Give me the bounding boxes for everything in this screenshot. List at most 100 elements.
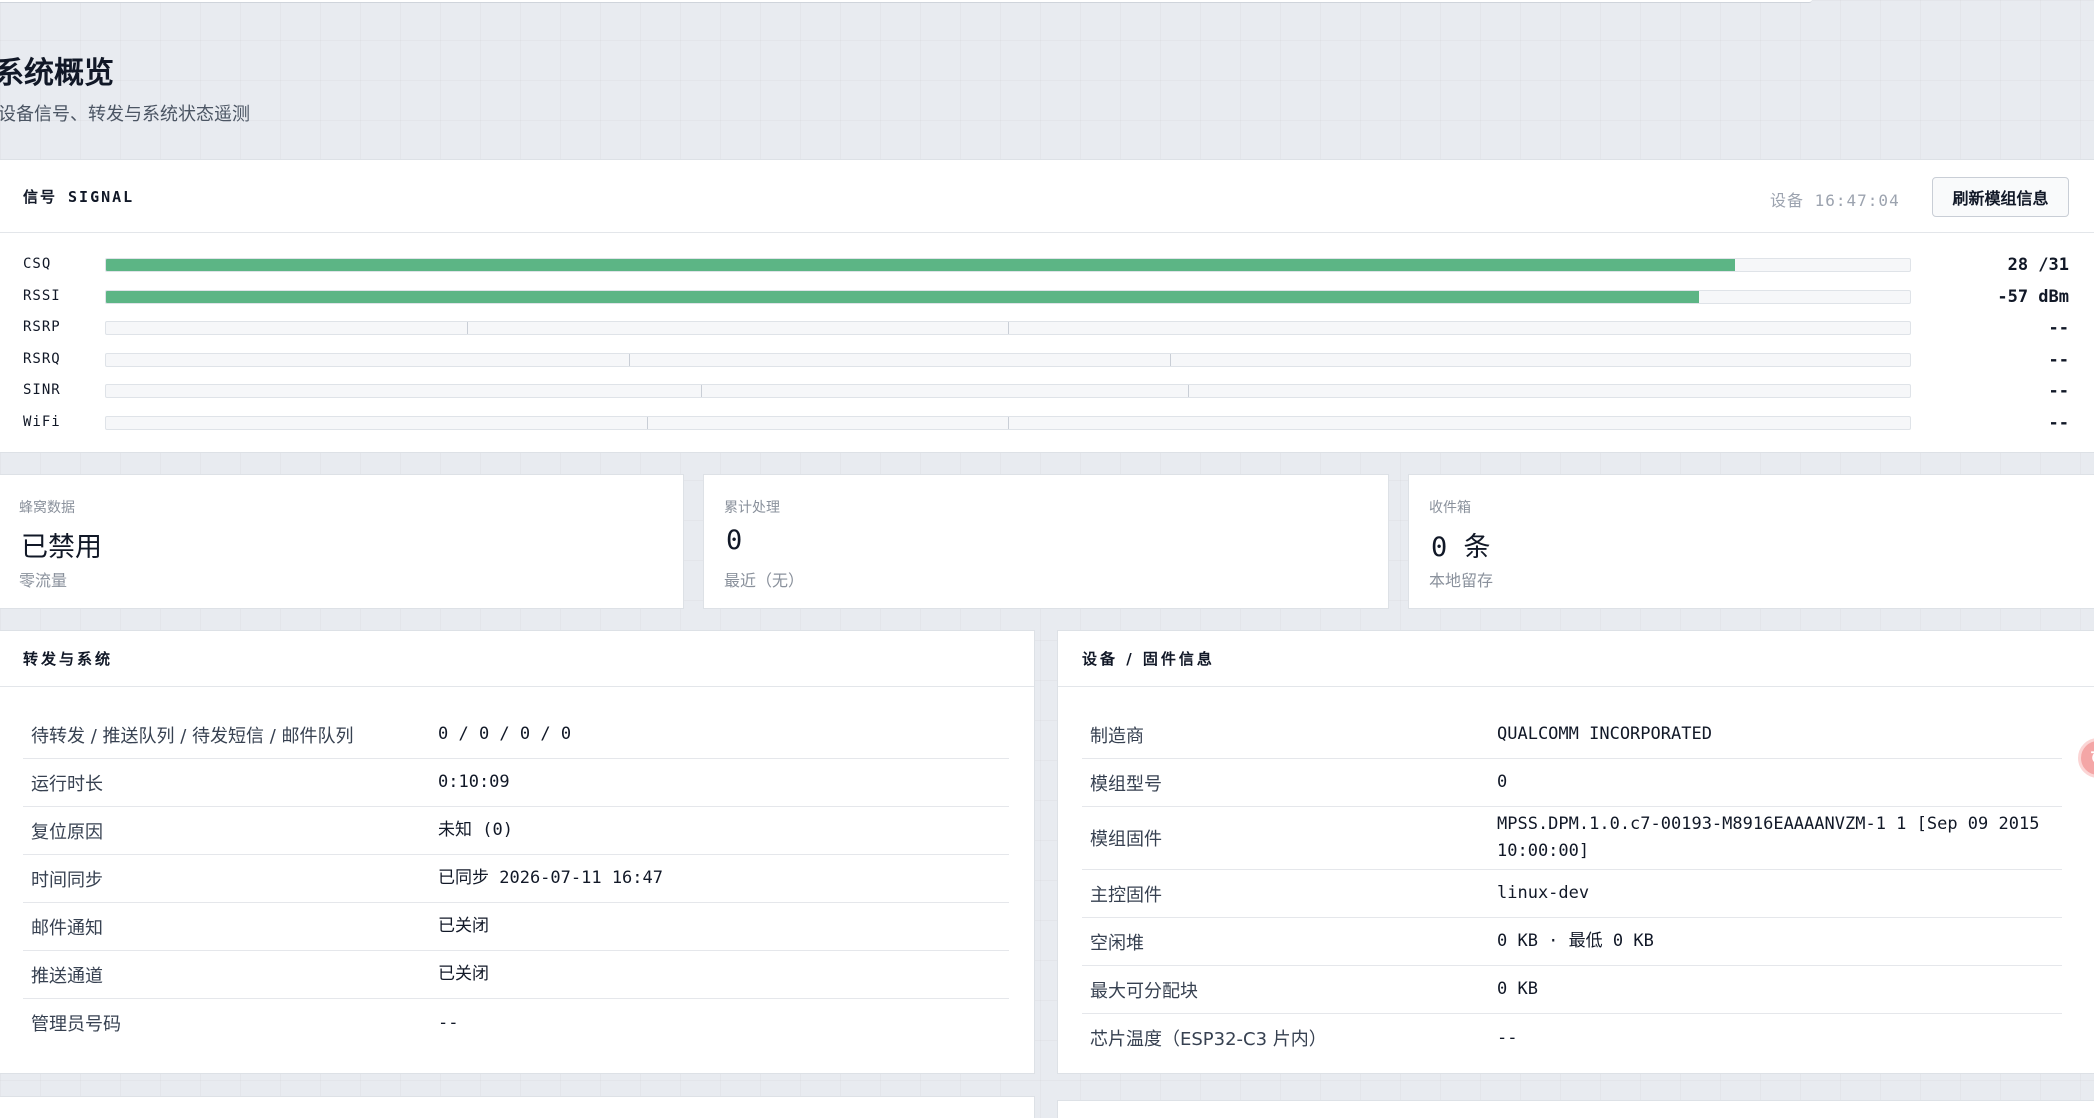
device-time: 设备 16:47:04 bbox=[1770, 191, 1900, 210]
signal-label: RSSI bbox=[23, 288, 61, 304]
row-key: 时间同步 bbox=[31, 869, 103, 891]
signal-bar-track bbox=[105, 416, 1911, 430]
signal-bar-track bbox=[105, 353, 1911, 367]
stat-sub: 零流量 bbox=[19, 571, 68, 590]
table-row: 主控固件 linux-dev bbox=[1082, 870, 2062, 918]
stat-label: 蜂窝数据 bbox=[19, 500, 75, 516]
table-row: 推送通道 已关闭 bbox=[23, 951, 1009, 999]
table-row: 时间同步 已同步 2026-07-11 16:47 bbox=[23, 855, 1009, 903]
stat-label: 收件箱 bbox=[1429, 500, 1471, 516]
row-value: 0 KB bbox=[1497, 979, 1538, 999]
stat-card-inbox: 收件箱 0 条 本地留存 bbox=[1408, 474, 2094, 609]
row-key: 待转发 / 推送队列 / 待发短信 / 邮件队列 bbox=[31, 725, 354, 747]
row-key: 芯片温度（ESP32-C3 片内） bbox=[1090, 1029, 1327, 1050]
signal-label: SINR bbox=[23, 382, 61, 398]
top-search-bar[interactable] bbox=[0, 0, 1812, 3]
signal-value: -- bbox=[2048, 413, 2069, 433]
table-row: 制造商 QUALCOMM INCORPORATED bbox=[1082, 711, 2062, 759]
signal-value: -- bbox=[2048, 381, 2069, 401]
forwarding-panel-title: 转发与系统 bbox=[23, 650, 114, 668]
row-key: 管理员号码 bbox=[31, 1014, 121, 1035]
table-row: 最大可分配块 0 KB bbox=[1082, 966, 2062, 1014]
signal-label: CSQ bbox=[23, 256, 52, 272]
table-row: 邮件通知 已关闭 bbox=[23, 903, 1009, 951]
signal-bar-track bbox=[105, 290, 1911, 304]
table-row: 待转发 / 推送队列 / 待发短信 / 邮件队列 0 / 0 / 0 / 0 bbox=[23, 711, 1009, 759]
signal-label: RSRP bbox=[23, 319, 61, 335]
page-title: 系统概览 bbox=[0, 56, 114, 91]
signal-row-rsrq: RSRQ -- bbox=[0, 347, 2094, 371]
device-panel-header: 设备 / 固件信息 bbox=[1058, 631, 2094, 687]
signal-value: -57 dBm bbox=[1997, 287, 2069, 307]
stat-sub: 最近（无） bbox=[724, 571, 805, 590]
signal-row-csq: CSQ 28 /31 bbox=[0, 252, 2094, 276]
row-value: QUALCOMM INCORPORATED bbox=[1497, 724, 1712, 744]
device-panel-title: 设备 / 固件信息 bbox=[1082, 650, 1215, 668]
stat-card-processed: 累计处理 0 最近（无） bbox=[703, 474, 1389, 609]
row-key: 邮件通知 bbox=[31, 917, 103, 939]
signal-label: RSRQ bbox=[23, 351, 61, 367]
signal-threshold-tick bbox=[647, 417, 649, 429]
signal-threshold-tick bbox=[1188, 385, 1190, 397]
forwarding-system-panel: 转发与系统 待转发 / 推送队列 / 待发短信 / 邮件队列 0 / 0 / 0 … bbox=[0, 630, 1035, 1074]
signal-row-rssi: RSSI -57 dBm bbox=[0, 284, 2094, 308]
row-value: 0:10:09 bbox=[438, 772, 510, 792]
stat-value: 0 条 bbox=[1431, 532, 1491, 563]
page-subtitle: 设备信号、转发与系统状态遥测 bbox=[0, 104, 250, 125]
bottom-panel-left bbox=[0, 1096, 1035, 1118]
row-value: -- bbox=[1497, 1027, 1518, 1048]
row-value: MPSS.DPM.1.0.c7-00193-M8916EAAAANVZM-1 1… bbox=[1497, 814, 2040, 861]
table-row: 芯片温度（ESP32-C3 片内） -- bbox=[1082, 1014, 2062, 1062]
signal-value: 28 /31 bbox=[2007, 255, 2069, 275]
signal-title: 信号 SIGNAL bbox=[23, 188, 135, 206]
row-value: linux-dev bbox=[1497, 883, 1590, 903]
signal-threshold-tick bbox=[1008, 322, 1009, 334]
stat-value: 0 bbox=[726, 525, 743, 556]
row-value: 0 bbox=[1497, 772, 1508, 792]
signal-bar-track bbox=[105, 384, 1911, 398]
forwarding-panel-header: 转发与系统 bbox=[0, 631, 1034, 687]
row-key: 复位原因 bbox=[31, 821, 103, 843]
signal-threshold-tick bbox=[701, 385, 703, 397]
row-value: -- bbox=[438, 1012, 459, 1033]
signal-bar-fill bbox=[106, 291, 1699, 303]
signal-row-rsrp: RSRP -- bbox=[0, 315, 2094, 339]
stat-sub: 本地留存 bbox=[1429, 571, 1494, 590]
row-key: 推送通道 bbox=[31, 965, 103, 987]
stat-value: 已禁用 bbox=[21, 532, 102, 563]
bottom-panel-right bbox=[1057, 1100, 2094, 1118]
signal-threshold-tick bbox=[466, 322, 468, 334]
forwarding-table: 待转发 / 推送队列 / 待发短信 / 邮件队列 0 / 0 / 0 / 0 运行时… bbox=[23, 711, 1009, 1047]
table-row: 模组型号 0 bbox=[1082, 759, 2062, 807]
table-row: 复位原因 未知 (0) bbox=[23, 807, 1009, 855]
signal-panel-header: 信号 SIGNAL 设备 16:47:04 刷新模组信息 bbox=[0, 160, 2094, 233]
row-value: 0 / 0 / 0 / 0 bbox=[438, 724, 572, 744]
row-key: 制造商 bbox=[1090, 725, 1144, 747]
device-firmware-panel: 设备 / 固件信息 制造商 QUALCOMM INCORPORATED 模组型号 0 模… bbox=[1057, 630, 2094, 1074]
signal-label: WiFi bbox=[23, 414, 61, 430]
signal-bar-fill bbox=[106, 259, 1735, 271]
signal-value: -- bbox=[2048, 350, 2069, 370]
table-row: 模组固件 MPSS.DPM.1.0.c7-00193-M8916EAAAANVZM… bbox=[1082, 807, 2062, 870]
stat-card-cellular: 蜂窝数据 已禁用 零流量 bbox=[0, 474, 684, 609]
row-value: 已关闭 bbox=[438, 964, 489, 984]
table-row: 空闲堆 0 KB · 最低 0 KB bbox=[1082, 918, 2062, 966]
signal-row-wifi: WiFi -- bbox=[0, 410, 2094, 434]
row-key: 运行时长 bbox=[31, 773, 103, 795]
signal-bar-track bbox=[105, 258, 1911, 272]
signal-threshold-tick bbox=[1008, 417, 1009, 429]
row-value: 已同步 2026-07-11 16:47 bbox=[438, 868, 663, 888]
signal-bar-track bbox=[105, 321, 1911, 335]
signal-threshold-tick bbox=[629, 354, 631, 366]
row-key: 空闲堆 bbox=[1090, 932, 1144, 954]
signal-row-sinr: SINR -- bbox=[0, 378, 2094, 402]
signal-value: -- bbox=[2048, 318, 2069, 338]
stat-label: 累计处理 bbox=[724, 500, 780, 516]
row-value: 0 KB · 最低 0 KB bbox=[1497, 931, 1654, 951]
row-key: 模组固件 bbox=[1090, 829, 1162, 850]
signal-panel: 信号 SIGNAL 设备 16:47:04 刷新模组信息 CSQ 28 /31 RS… bbox=[0, 159, 2094, 453]
signal-threshold-tick bbox=[1170, 354, 1172, 366]
row-key: 模组型号 bbox=[1090, 773, 1162, 795]
table-row: 运行时长 0:10:09 bbox=[23, 759, 1009, 807]
refresh-module-button[interactable]: 刷新模组信息 bbox=[1932, 177, 2069, 217]
